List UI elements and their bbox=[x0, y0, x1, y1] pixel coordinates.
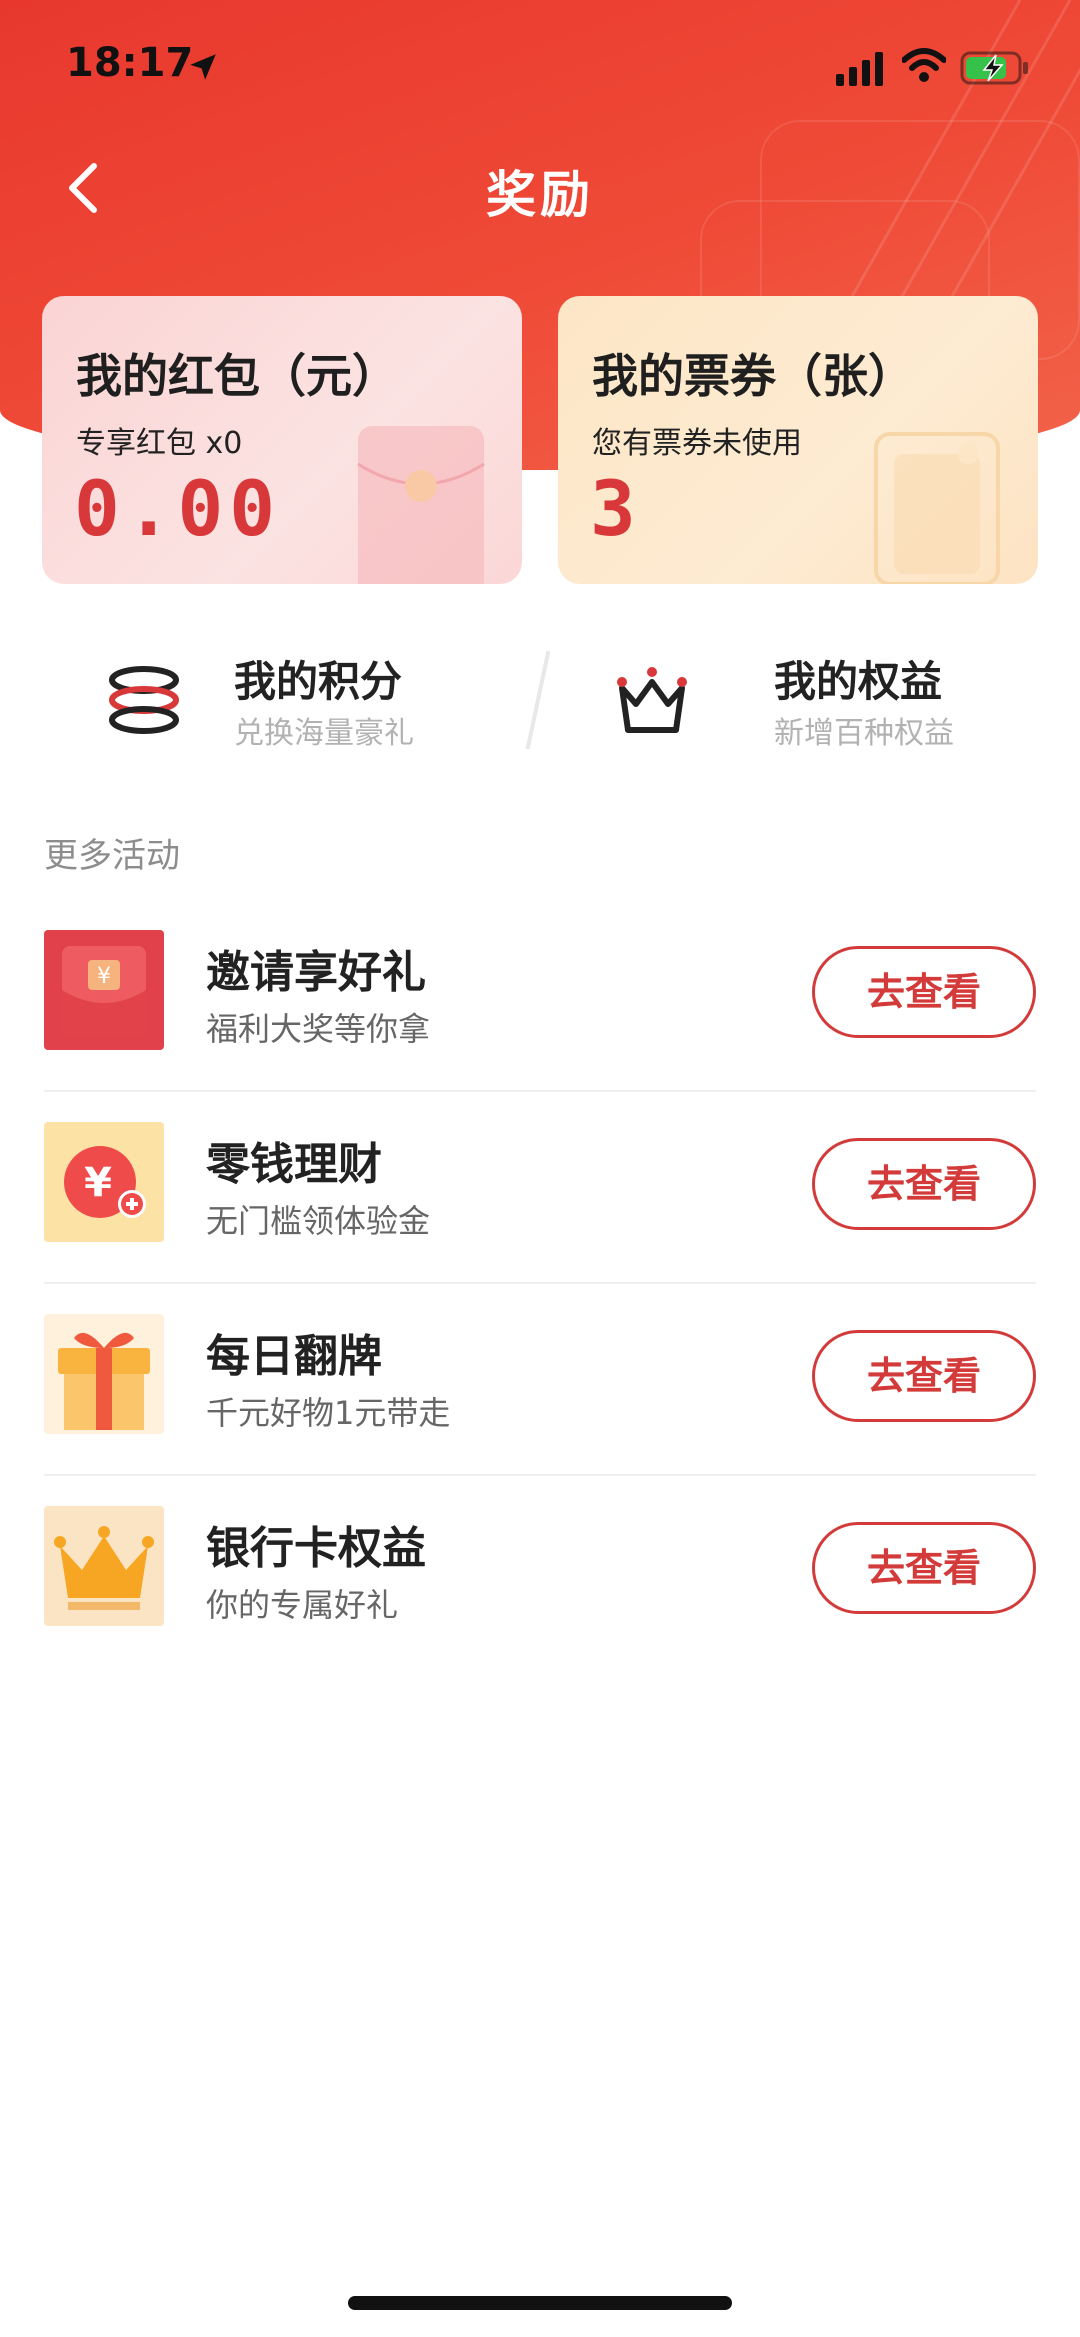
activity-subtitle: 无门槛领体验金 bbox=[206, 1202, 431, 1240]
red-envelope-icon: ¥ bbox=[44, 930, 164, 1050]
tickets-title: 我的票券（张） bbox=[592, 349, 914, 403]
tickets-subtitle: 您有票券未使用 bbox=[592, 426, 802, 461]
activity-title: 邀请享好礼 bbox=[206, 947, 426, 998]
points-title: 我的积分 bbox=[234, 657, 403, 706]
red-packet-title: 我的红包（元） bbox=[76, 349, 398, 403]
view-button[interactable]: 去查看 bbox=[812, 1138, 1036, 1230]
gold-crown-icon bbox=[44, 1506, 164, 1626]
activity-title: 每日翻牌 bbox=[206, 1331, 382, 1382]
view-button[interactable]: 去查看 bbox=[812, 946, 1036, 1038]
svg-text:¥: ¥ bbox=[84, 1160, 112, 1206]
svg-text:¥: ¥ bbox=[97, 964, 111, 989]
rights-entry[interactable]: 我的权益 新增百种权益 bbox=[540, 640, 1080, 760]
home-indicator bbox=[348, 2296, 732, 2310]
cellular-signal-icon bbox=[836, 52, 883, 86]
points-subtitle: 兑换海量豪礼 bbox=[234, 716, 414, 751]
activity-subtitle: 千元好物1元带走 bbox=[206, 1394, 451, 1432]
view-button[interactable]: 去查看 bbox=[812, 1522, 1036, 1614]
page-title: 奖励 bbox=[486, 166, 594, 224]
gift-box-icon bbox=[44, 1314, 164, 1434]
activity-title: 银行卡权益 bbox=[206, 1523, 426, 1574]
section-title-more-activities: 更多活动 bbox=[44, 836, 180, 876]
activity-item-wealth[interactable]: ¥ 零钱理财 无门槛领体验金 去查看 bbox=[44, 1092, 1036, 1284]
activity-item-daily-flip[interactable]: 每日翻牌 千元好物1元带走 去查看 bbox=[44, 1284, 1036, 1476]
location-arrow-icon bbox=[190, 54, 216, 80]
status-bar: 18:17 bbox=[0, 0, 1080, 140]
tickets-count: 3 bbox=[590, 464, 642, 553]
wifi-icon bbox=[902, 48, 946, 82]
battery-charging-icon bbox=[960, 51, 1028, 85]
rights-title: 我的权益 bbox=[774, 657, 943, 706]
red-packet-subtitle: 专享红包 x0 bbox=[76, 426, 243, 461]
status-time: 18:17 bbox=[66, 40, 194, 86]
tickets-card[interactable]: 我的票券（张） 您有票券未使用 3 bbox=[558, 296, 1038, 584]
red-envelope-illustration bbox=[357, 426, 485, 584]
activity-subtitle: 你的专属好礼 bbox=[206, 1586, 399, 1624]
activity-subtitle: 福利大奖等你拿 bbox=[206, 1010, 431, 1048]
activity-item-invite[interactable]: ¥ 邀请享好礼 福利大奖等你拿 去查看 bbox=[44, 900, 1036, 1092]
red-packet-amount: 0.00 bbox=[74, 464, 282, 553]
yen-coin-plus-icon: ¥ bbox=[44, 1122, 164, 1242]
activity-item-bank-card[interactable]: 银行卡权益 你的专属好礼 去查看 bbox=[44, 1476, 1036, 1668]
ticket-illustration bbox=[874, 432, 1000, 584]
red-packet-card[interactable]: 我的红包（元） 专享红包 x0 0.00 bbox=[42, 296, 522, 584]
activity-title: 零钱理财 bbox=[206, 1139, 382, 1190]
rights-subtitle: 新增百种权益 bbox=[774, 716, 954, 751]
points-entry[interactable]: 我的积分 兑换海量豪礼 bbox=[0, 640, 540, 760]
view-button[interactable]: 去查看 bbox=[812, 1330, 1036, 1422]
crown-icon bbox=[617, 667, 687, 733]
coin-stack-icon bbox=[109, 666, 179, 734]
